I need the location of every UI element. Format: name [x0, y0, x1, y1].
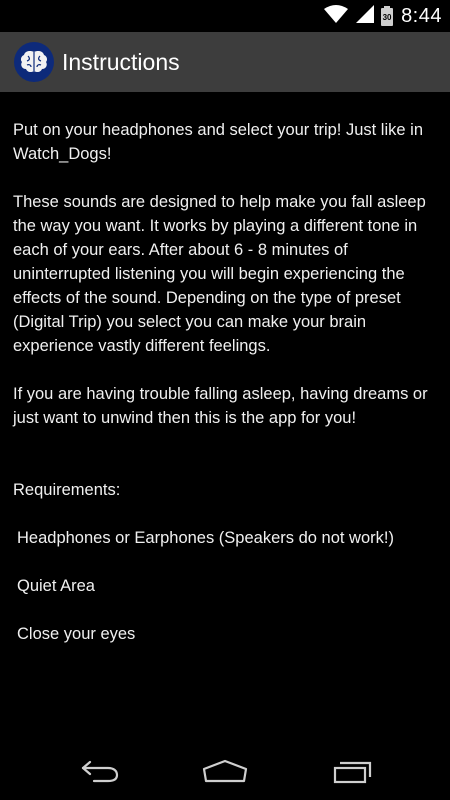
status-icons: 30 8:44: [323, 0, 442, 32]
page-title: Instructions: [62, 48, 180, 75]
requirements-title: Requirements:: [13, 481, 121, 499]
navigation-bar: [0, 746, 450, 800]
back-button[interactable]: [72, 754, 128, 792]
requirements-section: Requirements: Headphones or Earphones (S…: [13, 478, 437, 646]
instructions-screen: 30 8:44 Instructions Put on your headpho…: [0, 0, 450, 800]
back-icon: [78, 758, 122, 789]
instructions-content: Put on your headphones and select your t…: [13, 118, 437, 670]
action-bar: Instructions: [0, 32, 450, 92]
intro-paragraph: Put on your headphones and select your t…: [13, 121, 423, 163]
how-it-works-paragraph: These sounds are designed to help make y…: [13, 193, 426, 355]
recents-icon: [330, 758, 374, 789]
home-icon: [200, 758, 250, 789]
recents-button[interactable]: [324, 754, 380, 792]
requirement-item: Close your eyes: [17, 625, 136, 643]
battery-icon: 30: [381, 6, 394, 26]
battery-level: 30: [382, 12, 392, 22]
cell-signal-icon: [355, 4, 375, 29]
requirement-item: Quiet Area: [17, 577, 95, 595]
brain-icon[interactable]: [14, 42, 54, 82]
requirement-item: Headphones or Earphones (Speakers do not…: [17, 529, 394, 547]
status-time: 8:44: [401, 4, 442, 27]
home-button[interactable]: [197, 754, 253, 792]
usage-paragraph: If you are having trouble falling asleep…: [13, 385, 428, 427]
status-bar: 30 8:44: [0, 0, 450, 32]
wifi-icon: [323, 4, 349, 29]
